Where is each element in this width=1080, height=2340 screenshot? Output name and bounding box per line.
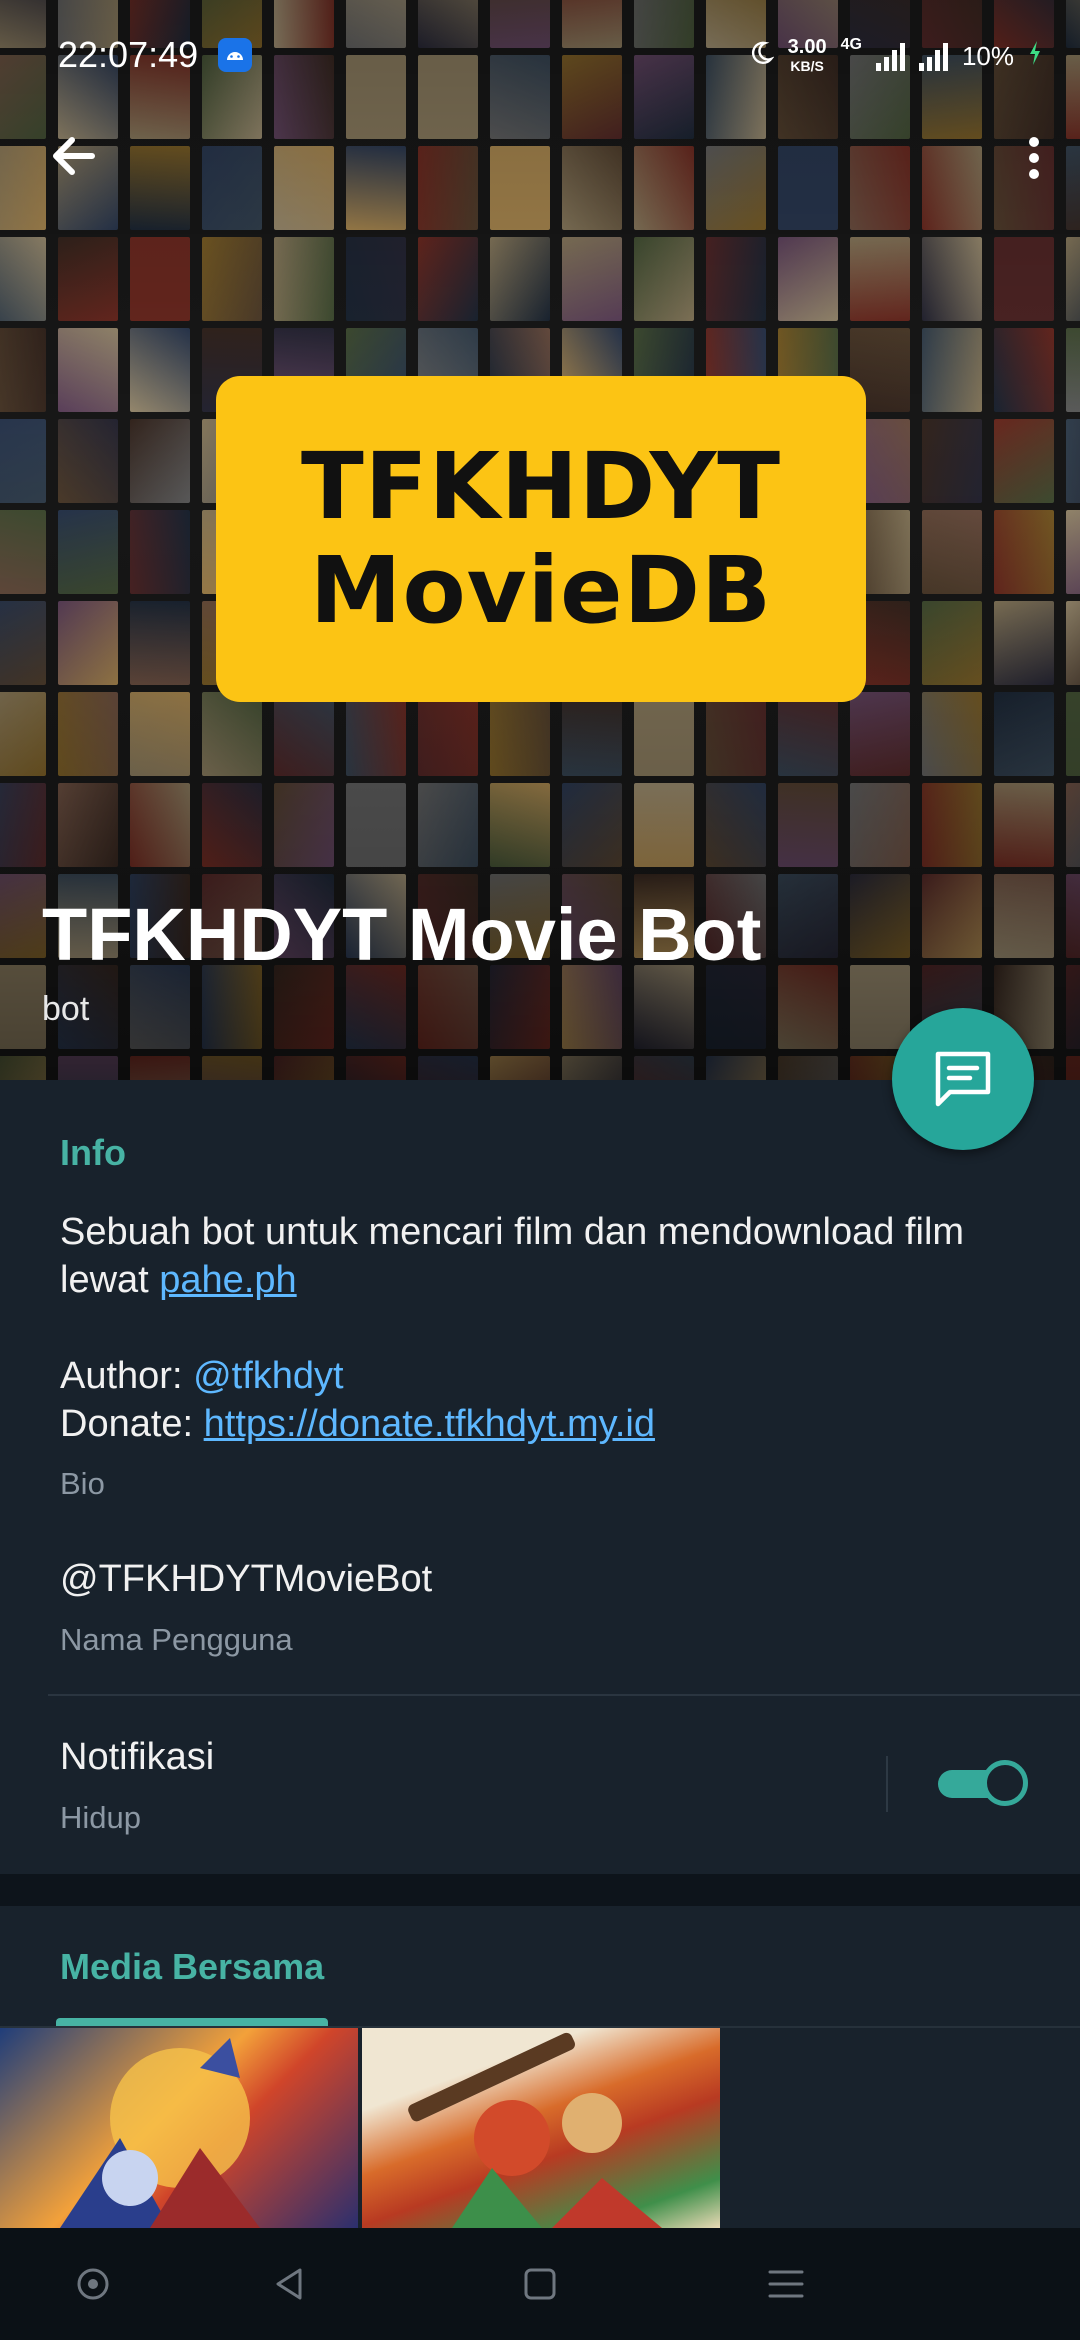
notification-label[interactable]: Notifikasi <box>60 1736 214 1779</box>
back-triangle-icon[interactable] <box>260 2254 320 2314</box>
profile-name: TFKHDYT Movie Bot <box>42 893 762 976</box>
back-arrow-icon[interactable] <box>44 126 104 186</box>
more-vertical-icon[interactable] <box>1014 128 1054 188</box>
username-value[interactable]: @TFKHDYTMovieBot <box>60 1558 432 1601</box>
media-tab-indicator <box>56 2018 328 2026</box>
menu-lines-icon[interactable] <box>756 2254 816 2314</box>
info-section-title: Info <box>60 1132 126 1173</box>
media-thumbnail[interactable] <box>0 2028 358 2228</box>
media-section-title[interactable]: Media Bersama <box>60 1946 324 1988</box>
bio-caption: Bio <box>60 1466 105 1501</box>
moon-icon <box>748 40 775 73</box>
charging-icon <box>1028 40 1042 73</box>
signal-icon <box>875 41 905 71</box>
message-fab-button[interactable] <box>892 1008 1034 1150</box>
home-circle-icon[interactable] <box>63 2254 123 2314</box>
profile-header: TFKHDYT MovieDB 22:07:49 3.00 KB/S 4G 10% <box>0 0 1080 1080</box>
username-caption: Nama Pengguna <box>60 1622 293 1657</box>
logo-line2: MovieDB <box>309 537 773 644</box>
bio-text: Sebuah bot untuk mencari film dan mendow… <box>60 1211 965 1445</box>
android-notification-icon <box>218 38 252 72</box>
author-mention[interactable]: @tfkhdyt <box>193 1355 344 1397</box>
profile-logo: TFKHDYT MovieDB <box>216 376 866 702</box>
system-navigation-bar <box>0 2228 1080 2340</box>
status-bar: 22:07:49 3.00 KB/S 4G 10% <box>0 0 1080 110</box>
logo-line1: TFKHDYT <box>301 433 781 540</box>
notification-state: Hidup <box>60 1800 141 1835</box>
battery-level: 10% <box>961 40 1014 71</box>
divider <box>48 1694 1080 1696</box>
net-speed: 3.00 KB/S <box>787 35 827 74</box>
message-icon <box>935 1051 991 1107</box>
status-time: 22:07:49 <box>58 34 199 75</box>
recents-square-icon[interactable] <box>510 2254 570 2314</box>
media-thumbnail[interactable] <box>362 2028 720 2228</box>
network-type: 4G <box>840 36 862 53</box>
bio-link[interactable]: pahe.ph <box>159 1259 296 1301</box>
profile-subtitle: bot <box>42 990 90 1028</box>
notification-toggle[interactable] <box>938 1760 1028 1806</box>
signal-icon-2 <box>918 41 948 71</box>
donate-link[interactable]: https://donate.tfkhdyt.my.id <box>204 1403 655 1445</box>
